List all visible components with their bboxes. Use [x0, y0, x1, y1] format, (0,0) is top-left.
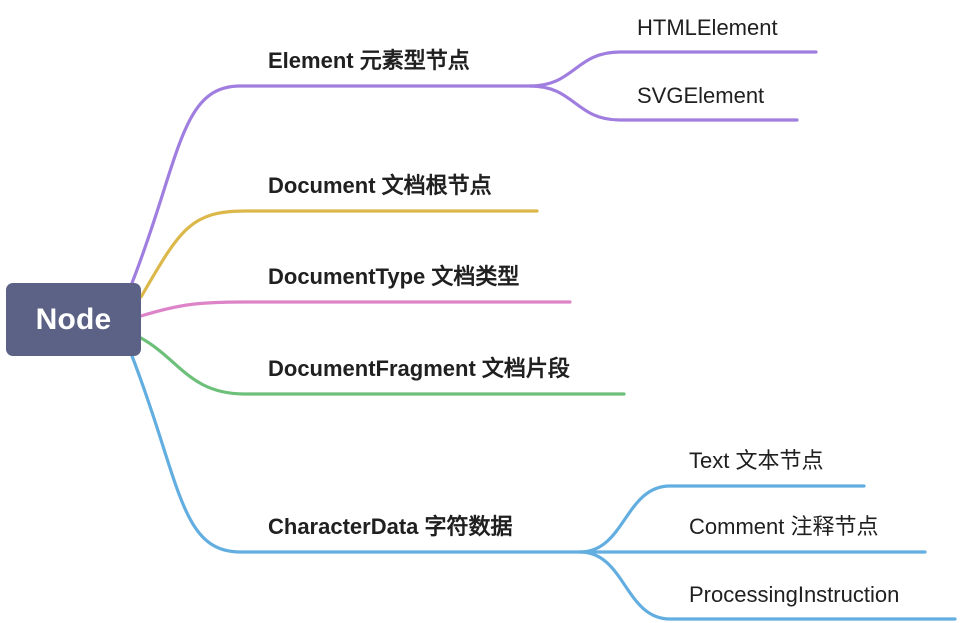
root-node[interactable]: Node [6, 283, 141, 356]
branch-label-characterdata[interactable]: CharacterData 字符数据 [268, 516, 513, 538]
leaf-label-htmlelement[interactable]: HTMLElement [637, 17, 778, 39]
branch-label-document[interactable]: Document 文档根节点 [268, 175, 492, 197]
branch-label-documenttype[interactable]: DocumentType 文档类型 [268, 266, 519, 288]
edge-element-htmlelement [528, 50, 818, 88]
leaf-label-processinginstruction[interactable]: ProcessingInstruction [689, 584, 899, 606]
branch-label-element[interactable]: Element 元素型节点 [268, 50, 470, 72]
leaf-label-comment[interactable]: Comment 注释节点 [689, 516, 878, 538]
leaf-label-text[interactable]: Text 文本节点 [689, 450, 823, 472]
branch-label-documentfragment[interactable]: DocumentFragment 文档片段 [268, 358, 570, 380]
root-node-label: Node [35, 302, 112, 336]
edge-node-documenttype [139, 300, 572, 318]
leaf-label-svgelement[interactable]: SVGElement [637, 85, 764, 107]
